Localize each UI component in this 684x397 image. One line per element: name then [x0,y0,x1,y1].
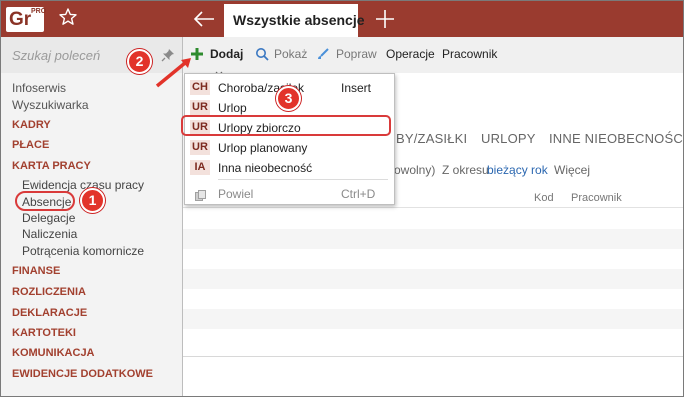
tab-inne-nieobecnosci[interactable]: INNE NIEOBECNOŚCI [549,131,683,146]
show-button[interactable]: Pokaż [274,47,307,61]
menu-code-badge: UR [190,140,210,155]
filter-period-link[interactable]: bieżący rok [487,163,548,177]
menu-item-label: Powiel [218,187,254,201]
table-row[interactable] [183,289,683,309]
sidebar-item-płace[interactable]: PŁACE [12,139,49,151]
menu-item-powiel[interactable]: Powiel Ctrl+D [185,184,394,204]
table-row[interactable] [183,249,683,269]
menu-item-label: Inna nieobecność [218,161,313,175]
menu-item-label: Urlop [218,101,247,115]
column-code[interactable]: Kod [534,192,554,204]
sidebar-item-rozliczenia[interactable]: ROZLICZENIA [12,286,86,298]
menu-item-label: Urlop planowany [218,141,308,155]
menu-item-urlop-planowany[interactable]: UR Urlop planowany [185,138,394,158]
menu-code-badge: UR [190,100,210,115]
brush-icon[interactable] [316,47,330,61]
sidebar-item-karta-pracy[interactable]: KARTA PRACY [12,160,91,172]
table-row[interactable] [183,309,683,329]
table-row[interactable] [183,269,683,289]
highlight-urlopy-zbiorczo [181,115,391,136]
tab-wszystkie-absencje[interactable]: Wszystkie absencje [224,4,365,37]
edit-button[interactable]: Popraw [336,47,377,61]
sidebar-item-deklaracje[interactable]: DEKLARACJE [12,307,87,319]
operations-button[interactable]: Operacje [386,47,435,61]
sidebar-item-ewidencja-czasu-pracy[interactable]: Ewidencja czasu pracy [22,178,144,192]
menu-separator [218,179,388,180]
menu-item-shortcut: Insert [341,81,372,95]
tab-urlopy[interactable]: URLOPY [481,131,536,146]
annotation-arrow [155,58,191,88]
highlight-absencje [15,191,75,211]
sidebar-item-ewidencje-dodatkowe[interactable]: EWIDENCJE DODATKOWE [12,368,153,380]
more-filters-link[interactable]: Więcej [554,163,590,177]
logo-pro-text: PRO [31,8,47,15]
step-badge-3: 3 [276,86,301,111]
logo-text: Gr [9,9,32,30]
table-row[interactable] [183,329,683,349]
employee-button[interactable]: Pracownik [442,47,497,61]
sidebar-item-delegacje[interactable]: Delegacje [22,211,75,225]
sidebar-item-infoserwis[interactable]: Infoserwis [12,81,66,95]
filter-period-label: Z okresu [442,163,489,177]
menu-code-badge: IA [190,160,210,175]
table-bottom-line [183,356,683,357]
back-arrow-icon[interactable] [191,5,217,33]
toolbar: Dodaj Pokaż Popraw Operacje Pracownik [183,37,683,76]
search-icon[interactable] [255,47,269,61]
sidebar-item-finanse[interactable]: FINANSE [12,265,60,277]
tab-zasilki[interactable]: BY/ZASIŁKI [396,131,467,146]
filter-text: owolny) [394,163,436,177]
table-row[interactable] [183,229,683,249]
new-tab-plus-icon[interactable] [371,5,399,33]
chevron-down-icon [215,64,223,76]
sidebar-item-potrącenia-komornicze[interactable]: Potrącenia komornicze [22,244,144,258]
sidebar-item-kartoteki[interactable]: KARTOTEKI [12,327,76,339]
add-button[interactable]: Dodaj [210,47,243,61]
step-badge-1: 1 [80,188,105,213]
menu-item-inna-nieobecnosc[interactable]: IA Inna nieobecność [185,158,394,178]
favorites-star-icon[interactable] [57,7,79,29]
column-employee[interactable]: Pracownik [571,192,622,204]
tab-title: Wszystkie absencje [233,12,365,28]
app-logo[interactable]: Gr PRO [6,7,47,32]
sidebar-item-komunikacja[interactable]: KOMUNIKACJA [12,347,95,359]
menu-item-shortcut: Ctrl+D [341,187,376,201]
copy-icon [195,188,206,201]
step-badge-2: 2 [127,49,152,74]
sidebar-item-wyszukiwarka[interactable]: Wyszukiwarka [12,98,89,112]
title-bar: Gr PRO Wszystkie absencje [1,1,683,37]
search-placeholder: Szukaj poleceń [12,48,101,63]
sidebar-item-naliczenia[interactable]: Naliczenia [22,227,77,241]
sidebar-item-kadry[interactable]: KADRY [12,119,51,131]
app-window: Gr PRO Wszystkie absencje Szukaj poleceń… [0,0,684,397]
header-divider [183,207,683,208]
